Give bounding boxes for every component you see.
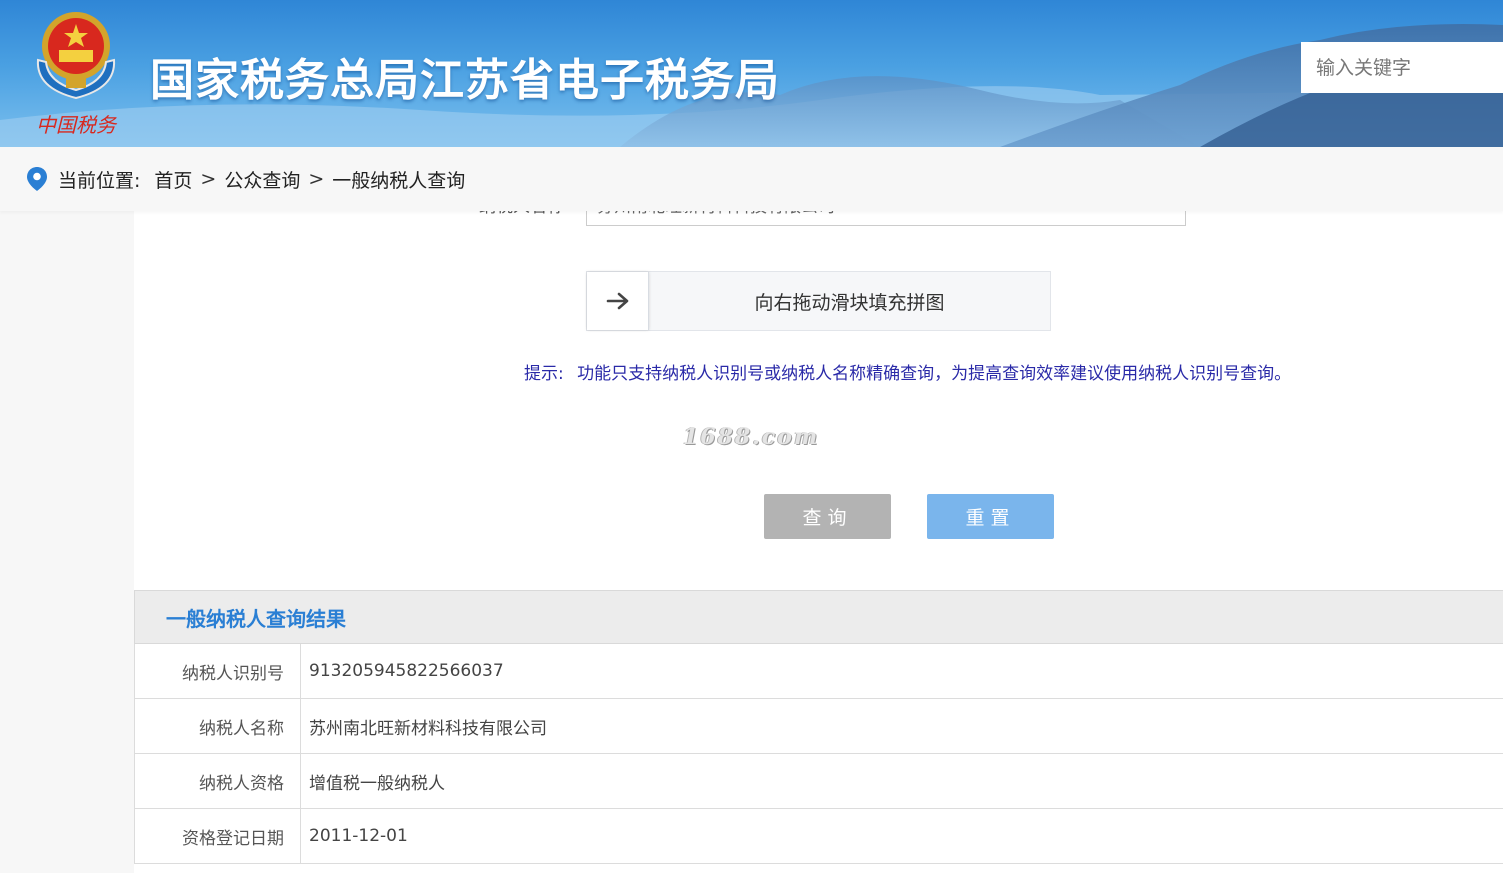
row-value: 苏州南北旺新材料科技有限公司 (309, 718, 547, 739)
site-header: 中国税务 国家税务总局江苏省电子税务局 (0, 0, 1503, 147)
hint-text: 功能只支持纳税人识别号或纳税人名称精确查询，为提高查询效率建议使用纳税人识别号查… (577, 364, 1292, 384)
query-hint: 提示: 功能只支持纳税人识别号或纳税人名称精确查询，为提高查询效率建议使用纳税人… (524, 359, 1291, 384)
row-label: 纳税人资格 (135, 754, 301, 808)
reset-button[interactable]: 重置 (927, 494, 1054, 539)
table-row: 纳税人名称 苏州南北旺新材料科技有限公司 (134, 699, 1503, 754)
slider-captcha: 向右拖动滑块填充拼图 (586, 271, 1051, 331)
location-pin-icon (27, 167, 47, 191)
row-label: 资格登记日期 (135, 809, 301, 863)
tax-emblem-logo: 中国税务 (36, 12, 118, 137)
breadcrumb-public-query[interactable]: 公众查询 (224, 166, 300, 193)
arrow-right-icon (606, 292, 628, 310)
watermark: 1688.com (683, 424, 820, 450)
breadcrumb-separator: > (200, 168, 217, 190)
table-row: 纳税人识别号 913205945822566037 (134, 644, 1503, 699)
table-row: 资格登记日期 2011-12-01 (134, 809, 1503, 864)
row-value: 增值税一般纳税人 (309, 773, 445, 794)
results-panel: 一般纳税人查询结果 纳税人识别号 913205945822566037 纳税人名… (134, 590, 1503, 873)
query-button[interactable]: 查询 (764, 494, 891, 539)
row-label: 纳税人名称 (135, 699, 301, 753)
logo-caption: 中国税务 (36, 113, 118, 137)
slider-handle[interactable] (587, 272, 649, 330)
slider-instruction: 向右拖动滑块填充拼图 (754, 291, 945, 314)
row-value: 2011-12-01 (309, 826, 408, 846)
breadcrumb-separator: > (308, 168, 325, 190)
table-row: 纳税人资格 增值税一般纳税人 (134, 754, 1503, 809)
row-label: 纳税人识别号 (135, 644, 301, 698)
breadcrumb: 当前位置: 首页 > 公众查询 > 一般纳税人查询 (0, 147, 1503, 211)
query-form-card: 纳税人名称 苏州南北旺新材料科技有限公司 向右拖动滑块填充拼图 提示: 功能只支… (134, 197, 1503, 590)
results-title: 一般纳税人查询结果 (134, 590, 1503, 644)
breadcrumb-label: 当前位置: (58, 169, 141, 192)
row-value: 913205945822566037 (309, 661, 504, 681)
hint-label: 提示: (524, 364, 564, 384)
keyword-search-input[interactable] (1301, 42, 1503, 93)
breadcrumb-general-taxpayer-query[interactable]: 一般纳税人查询 (332, 166, 465, 193)
breadcrumb-home[interactable]: 首页 (154, 166, 192, 193)
site-title: 国家税务总局江苏省电子税务局 (150, 55, 780, 106)
